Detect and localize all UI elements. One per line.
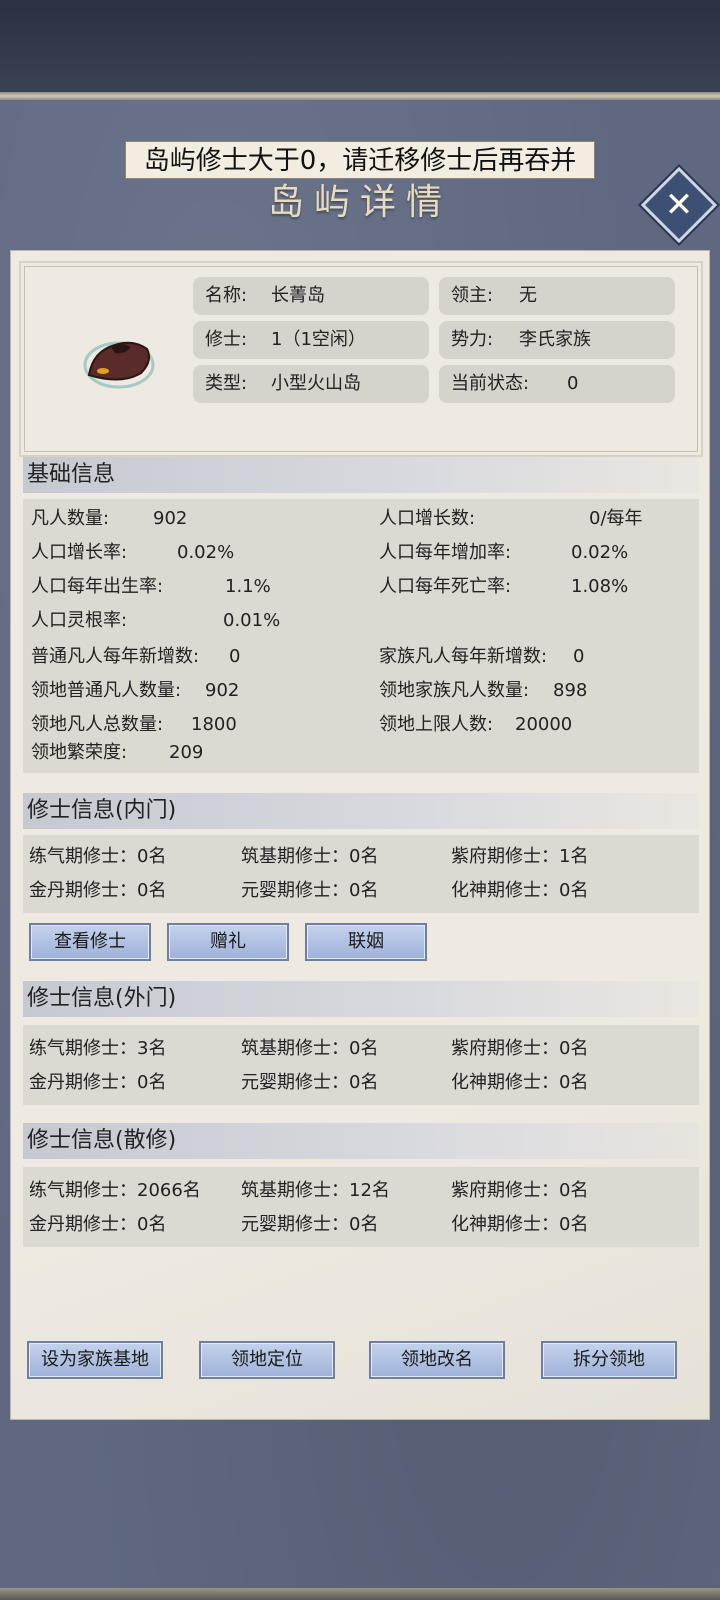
outer-cultivators-header: 修士信息(外门) — [23, 981, 699, 1017]
name-field: 名称: 长菁岛 — [193, 277, 429, 315]
basic-item-value: 902 — [205, 680, 240, 701]
cultivators-value: 1（1空闲） — [271, 329, 366, 350]
basic-item-value: 209 — [169, 742, 204, 763]
basic-item-label: 人口每年死亡率: — [379, 576, 512, 597]
basic-item-value: 1800 — [191, 714, 237, 735]
status-field: 当前状态: 0 — [439, 365, 675, 403]
marriage-alliance-button[interactable]: 联姻 — [305, 923, 427, 961]
inner-cultivators-header: 修士信息(内门) — [23, 793, 699, 829]
loose-cultivators-header: 修士信息(散修) — [23, 1123, 699, 1159]
outer-cultivator-count: 紫府期修士：0名 — [451, 1038, 589, 1059]
inner-cultivator-count: 练气期修士：0名 — [29, 846, 167, 867]
basic-item-label: 领地繁荣度: — [31, 742, 128, 763]
outer-cultivator-count: 金丹期修士：0名 — [29, 1072, 167, 1093]
loose-cultivator-count: 元婴期修士：0名 — [241, 1214, 379, 1235]
faction-label: 势力: — [451, 329, 494, 350]
name-label: 名称: — [205, 285, 248, 306]
island-detail-panel: 名称: 长菁岛 领主: 无 修士: 1（1空闲） 势力: 李氏家族 类型: 小型… — [10, 250, 710, 1420]
basic-item-value: 1.08% — [571, 576, 629, 597]
faction-field: 势力: 李氏家族 — [439, 321, 675, 359]
basic-item-value: 0 — [229, 646, 241, 667]
split-territory-button[interactable]: 拆分领地 — [541, 1341, 677, 1379]
type-value: 小型火山岛 — [271, 373, 361, 394]
inner-cultivator-count: 筑基期修士：0名 — [241, 846, 379, 867]
outer-cultivator-count: 筑基期修士：0名 — [241, 1038, 379, 1059]
cultivators-field: 修士: 1（1空闲） — [193, 321, 429, 359]
outer-cultivator-count: 练气期修士：3名 — [29, 1038, 167, 1059]
basic-item-value: 0 — [573, 646, 585, 667]
rename-territory-button[interactable]: 领地改名 — [369, 1341, 505, 1379]
loose-cultivator-count: 化神期修士：0名 — [451, 1214, 589, 1235]
status-value: 0 — [567, 373, 579, 394]
basic-item-label: 领地凡人总数量: — [31, 714, 164, 735]
outer-cultivators-body: 练气期修士：3名 筑基期修士：0名 紫府期修士：0名 金丹期修士：0名 元婴期修… — [23, 1025, 699, 1105]
inner-cultivators-body: 练气期修士：0名 筑基期修士：0名 紫府期修士：1名 金丹期修士：0名 元婴期修… — [23, 835, 699, 913]
basic-item-label: 人口增长率: — [31, 542, 128, 563]
cultivators-label: 修士: — [205, 329, 248, 350]
toast-message: 岛屿修士大于0，请迁移修士后再吞并 — [125, 141, 595, 179]
outer-cultivator-count: 化神期修士：0名 — [451, 1072, 589, 1093]
basic-info-body: 凡人数量: 902 人口增长数: 0/每年 人口增长率: 0.02% 人口每年增… — [23, 499, 699, 773]
inner-cultivator-count: 元婴期修士：0名 — [241, 880, 379, 901]
basic-item-value: 0/每年 — [589, 508, 643, 529]
inner-cultivator-count: 紫府期修士：1名 — [451, 846, 589, 867]
bottom-frame-edge — [0, 1588, 720, 1600]
basic-item-label: 领地家族凡人数量: — [379, 680, 530, 701]
loose-cultivator-count: 筑基期修士：12名 — [241, 1180, 390, 1201]
type-label: 类型: — [205, 373, 248, 394]
basic-item-label: 普通凡人每年新增数: — [31, 646, 200, 667]
basic-item-value: 20000 — [515, 714, 573, 735]
lord-field: 领主: 无 — [439, 277, 675, 315]
type-field: 类型: 小型火山岛 — [193, 365, 429, 403]
close-icon[interactable]: ✕ — [652, 178, 706, 232]
basic-item-value: 1.1% — [225, 576, 271, 597]
volcano-island-icon — [83, 341, 155, 389]
basic-item-value: 0.01% — [223, 610, 281, 631]
basic-item-label: 人口每年出生率: — [31, 576, 164, 597]
outer-cultivator-count: 元婴期修士：0名 — [241, 1072, 379, 1093]
basic-info-header: 基础信息 — [23, 457, 699, 493]
basic-item-value: 0.02% — [571, 542, 629, 563]
basic-item-label: 凡人数量: — [31, 508, 110, 529]
faction-value: 李氏家族 — [519, 329, 591, 350]
top-frame-edge — [0, 92, 720, 100]
top-bar — [0, 0, 720, 96]
island-info-card: 名称: 长菁岛 领主: 无 修士: 1（1空闲） 势力: 李氏家族 类型: 小型… — [19, 261, 703, 457]
dialog-title: 岛屿详情 — [267, 182, 452, 223]
status-label: 当前状态: — [451, 373, 530, 394]
loose-cultivator-count: 紫府期修士：0名 — [451, 1180, 589, 1201]
basic-item-value: 902 — [153, 508, 188, 529]
basic-item-value: 898 — [553, 680, 588, 701]
set-family-base-button[interactable]: 设为家族基地 — [27, 1341, 163, 1379]
loose-cultivator-count: 练气期修士：2066名 — [29, 1180, 201, 1201]
view-cultivators-button[interactable]: 查看修士 — [29, 923, 151, 961]
basic-item-label: 领地普通凡人数量: — [31, 680, 182, 701]
inner-cultivator-count: 金丹期修士：0名 — [29, 880, 167, 901]
loose-cultivators-body: 练气期修士：2066名 筑基期修士：12名 紫府期修士：0名 金丹期修士：0名 … — [23, 1167, 699, 1247]
lord-value: 无 — [519, 285, 537, 306]
basic-item-label: 领地上限人数: — [379, 714, 494, 735]
basic-item-label: 人口增长数: — [379, 508, 476, 529]
name-value: 长菁岛 — [271, 285, 325, 306]
gift-button[interactable]: 赠礼 — [167, 923, 289, 961]
loose-cultivator-count: 金丹期修士：0名 — [29, 1214, 167, 1235]
locate-territory-button[interactable]: 领地定位 — [199, 1341, 335, 1379]
lord-label: 领主: — [451, 285, 494, 306]
basic-item-label: 人口每年增加率: — [379, 542, 512, 563]
basic-item-value: 0.02% — [177, 542, 235, 563]
basic-item-label: 家族凡人每年新增数: — [379, 646, 548, 667]
inner-cultivator-count: 化神期修士：0名 — [451, 880, 589, 901]
basic-item-label: 人口灵根率: — [31, 610, 128, 631]
